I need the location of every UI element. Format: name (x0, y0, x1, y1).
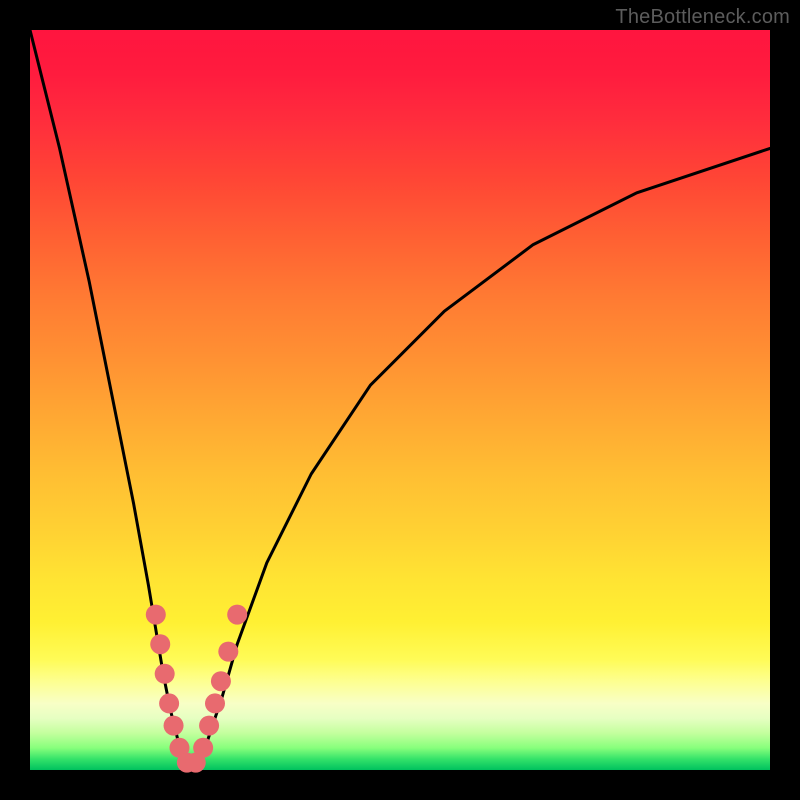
marker-layer (146, 605, 247, 773)
curve-marker (146, 605, 166, 625)
curve-marker (211, 671, 231, 691)
curve-marker (218, 642, 238, 662)
curve-marker (227, 605, 247, 625)
curve-marker (186, 753, 206, 773)
curve-marker (205, 693, 225, 713)
watermark-text: TheBottleneck.com (615, 6, 790, 29)
curve-marker (177, 753, 197, 773)
chart-frame: TheBottleneck.com (0, 0, 800, 800)
curve-layer (30, 30, 770, 770)
curve-marker (159, 693, 179, 713)
curve-marker (193, 738, 213, 758)
curve-marker (164, 716, 184, 736)
curve-marker (150, 634, 170, 654)
curve-marker (199, 716, 219, 736)
bottleneck-curve-svg (30, 30, 770, 770)
curve-marker (169, 738, 189, 758)
bottleneck-curve (30, 30, 770, 770)
curve-marker (155, 664, 175, 684)
plot-area (30, 30, 770, 770)
